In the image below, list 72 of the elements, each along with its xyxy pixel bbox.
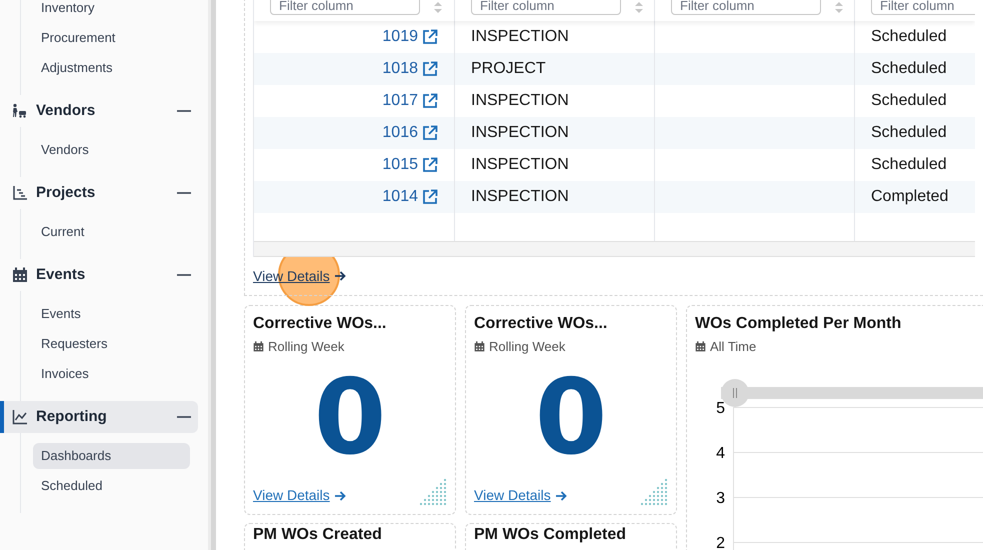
widget-period: All Time [710,338,756,356]
horizontal-scrollbar[interactable] [254,241,975,257]
filter-field[interactable]: Filter column [671,0,821,15]
sidebar-group-header[interactable]: Reporting [4,401,198,433]
calendar-icon [695,341,706,352]
calendar-icon [12,267,28,283]
table-cell-text: INSPECTION [471,123,569,143]
external-link-icon[interactable] [422,125,438,141]
table-cell-text: INSPECTION [471,155,569,175]
table-cell-text: INSPECTION [471,187,569,207]
widget-title: WOs Completed Per Month [695,314,902,334]
sidebar-item[interactable]: Requesters [33,331,190,357]
external-link-icon[interactable] [422,157,438,173]
external-link-icon[interactable] [422,93,438,109]
metric-value: 0 [534,365,608,470]
filter-field[interactable]: Filter column [270,0,420,15]
sidebar-group-header[interactable]: Vendors [4,95,198,127]
widget-title: PM WOs Created [253,526,383,544]
table-cell-text: PROJECT [471,59,546,79]
view-details-link[interactable]: View Details [474,485,567,506]
dot-pattern-icon [419,478,447,506]
dot-pattern-icon [640,478,668,506]
line-chart-icon [12,409,28,425]
sidebar-scrollbar[interactable] [208,0,216,550]
table-cell-text: Scheduled [871,59,947,79]
sidebar-item[interactable]: Procurement [33,25,190,51]
sidebar-item[interactable]: Events [33,301,190,327]
work-order-link[interactable]: 1015 [382,153,418,177]
table-cell-text: INSPECTION [471,91,569,111]
filter-field[interactable]: Filter column [471,0,621,15]
widget-title: Corrective WOs... [474,314,608,334]
table-cell-text: Scheduled [871,91,947,111]
external-link-icon[interactable] [422,61,438,77]
work-order-link[interactable]: 1016 [382,121,418,145]
widget-period: Rolling Week [268,338,344,356]
work-order-link[interactable]: 1019 [382,25,418,49]
sidebar-group-header[interactable]: Projects [4,177,198,209]
sidebar-item[interactable]: Current [33,219,190,245]
arrow-right-icon [334,490,346,502]
worker-cart-icon [12,103,28,119]
filter-field[interactable]: Filter column [871,0,975,15]
sidebar-item[interactable]: Scheduled [33,473,190,499]
arrow-right-icon [334,270,346,282]
sidebar-group-header[interactable]: Events [4,259,198,291]
axis-tick-label: 4 [716,444,725,462]
sidebar-item[interactable]: Adjustments [33,55,190,81]
axis-tick-label: 3 [716,490,725,506]
widget-period: Rolling Week [489,338,566,356]
external-link-icon[interactable] [422,189,438,205]
work-order-link[interactable]: 1017 [382,89,418,113]
external-link-icon[interactable] [422,29,438,45]
view-details-link[interactable]: View Details [253,485,346,506]
sidebar-item[interactable]: Vendors [33,137,190,163]
table-cell-text: Scheduled [871,27,947,47]
metric-value: 0 [314,365,386,470]
table-cell-text: INSPECTION [471,27,569,47]
work-order-link[interactable]: 1018 [382,57,418,81]
table-cell-text: Scheduled [871,123,947,143]
calendar-icon [474,341,485,352]
calendar-icon [253,341,264,352]
sidebar-item[interactable]: Dashboards [33,443,190,469]
table-cell-text: Scheduled [871,155,947,175]
widget-title: PM WOs Completed [474,526,628,544]
axis-tick-label: 5 [716,400,725,416]
gantt-chart-icon [12,185,28,201]
sidebar-item[interactable]: Inventory [33,0,190,21]
widget-title: Corrective WOs... [253,314,388,334]
sidebar-item[interactable]: Invoices [33,361,190,387]
arrow-right-icon [554,490,567,502]
axis-tick-label: 2 [716,534,725,550]
table-cell-text: Completed [871,187,948,207]
work-order-link[interactable]: 1014 [382,185,418,209]
